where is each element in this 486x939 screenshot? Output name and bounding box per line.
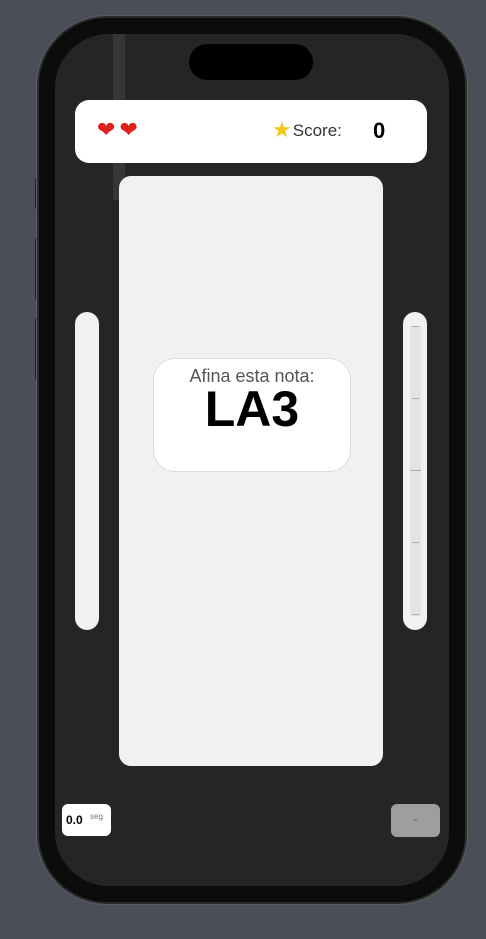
timer-value: 0.0 xyxy=(66,813,83,827)
meter-tick xyxy=(412,542,419,543)
meter-tick xyxy=(412,614,419,615)
phone-frame: ❤ ❤ ★ Score: 0 Afina esta nota: LA3 0.0 … xyxy=(39,18,465,902)
action-button[interactable]: - xyxy=(391,804,440,837)
game-screen: ❤ ❤ ★ Score: 0 Afina esta nota: LA3 0.0 … xyxy=(55,34,449,886)
tuning-meter xyxy=(403,312,427,630)
lives-indicator: ❤ ❤ xyxy=(97,117,138,145)
target-note: LA3 xyxy=(204,381,300,437)
score-label: Score: xyxy=(292,121,342,140)
left-meter xyxy=(75,312,99,630)
tuning-meter-track xyxy=(410,326,421,616)
heart-icon: ❤ xyxy=(119,118,138,143)
star-icon: ★ xyxy=(272,118,292,143)
score-value: 0 xyxy=(373,118,386,143)
meter-tick xyxy=(412,398,419,399)
timer-display: 0.0 seg xyxy=(62,804,111,836)
dynamic-island xyxy=(189,44,313,80)
heart-icon: ❤ xyxy=(97,118,116,143)
meter-tick xyxy=(410,470,421,471)
hud-bar: ❤ ❤ ★ Score: 0 xyxy=(75,100,427,163)
game-card: Afina esta nota: LA3 xyxy=(119,176,383,766)
timer-unit: seg xyxy=(90,812,103,821)
meter-tick xyxy=(412,326,419,327)
note-prompt-box: Afina esta nota: LA3 xyxy=(153,358,351,472)
score-group: ★ Score: xyxy=(272,118,342,144)
